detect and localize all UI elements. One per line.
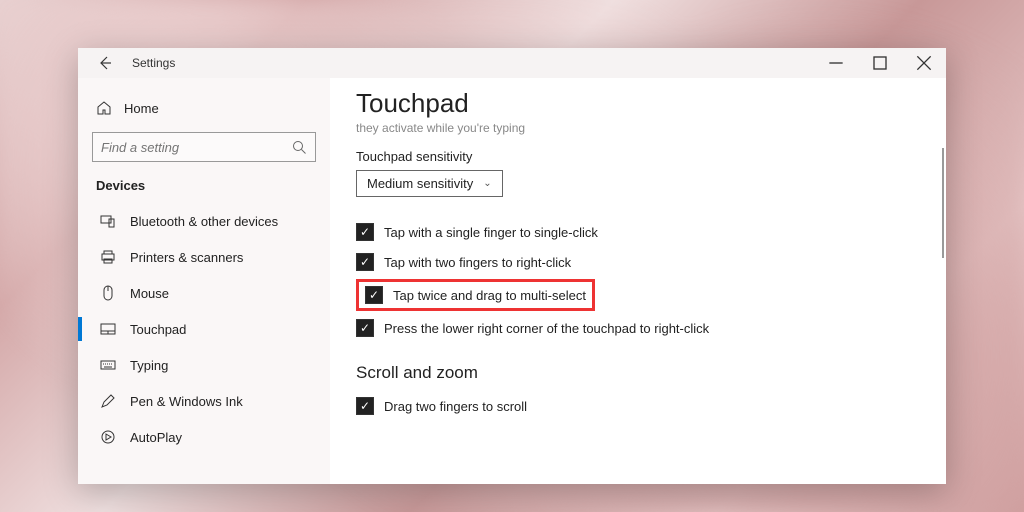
home-icon [96,100,112,116]
search-icon [291,139,307,155]
check-icon: ✓ [369,289,379,301]
checkbox[interactable]: ✓ [356,223,374,241]
dropdown-value: Medium sensitivity [367,176,473,191]
sidebar-item-printers[interactable]: Printers & scanners [92,239,316,275]
check-tap-twice-drag[interactable]: ✓ Tap twice and drag to multi-select [365,284,586,306]
home-link[interactable]: Home [92,94,316,122]
checkbox[interactable]: ✓ [356,319,374,337]
sidebar-item-label: Pen & Windows Ink [130,394,243,409]
back-arrow-icon [97,55,113,71]
check-icon: ✓ [360,400,370,412]
sidebar-item-typing[interactable]: Typing [92,347,316,383]
sidebar-item-autoplay[interactable]: AutoPlay [92,419,316,455]
checkbox[interactable]: ✓ [365,286,383,304]
minimize-button[interactable] [814,48,858,78]
search-input[interactable] [101,140,291,155]
check-label: Press the lower right corner of the touc… [384,321,709,336]
titlebar: Settings [78,48,946,78]
check-label: Tap with a single finger to single-click [384,225,598,240]
home-label: Home [124,101,159,116]
keyboard-icon [100,357,116,373]
sidebar-item-label: AutoPlay [130,430,182,445]
sidebar-item-label: Mouse [130,286,169,301]
sidebar-section-title: Devices [96,178,312,193]
check-label: Tap with two fingers to right-click [384,255,571,270]
highlighted-option: ✓ Tap twice and drag to multi-select [356,279,595,311]
sidebar-item-label: Printers & scanners [130,250,243,265]
check-label: Tap twice and drag to multi-select [393,288,586,303]
window-body: Home Devices Bluetooth & other devices P… [78,78,946,484]
pen-icon [100,393,116,409]
close-button[interactable] [902,48,946,78]
truncated-previous-text: they activate while you're typing [356,121,920,135]
sidebar-item-label: Touchpad [130,322,186,337]
check-two-finger-scroll[interactable]: ✓ Drag two fingers to scroll [356,391,920,421]
sensitivity-dropdown[interactable]: Medium sensitivity ⌄ [356,170,503,197]
check-single-tap[interactable]: ✓ Tap with a single finger to single-cli… [356,217,920,247]
printer-icon [100,249,116,265]
window-controls [814,48,946,78]
check-icon: ✓ [360,322,370,334]
sidebar-item-label: Typing [130,358,168,373]
touchpad-icon [100,321,116,337]
back-button[interactable] [90,48,120,78]
page-title: Touchpad [356,88,920,119]
check-label: Drag two fingers to scroll [384,399,527,414]
sidebar-item-bluetooth[interactable]: Bluetooth & other devices [92,203,316,239]
devices-icon [100,213,116,229]
settings-window: Settings Home Devices Bluetooth & other … [78,48,946,484]
autoplay-icon [100,429,116,445]
scroll-zoom-heading: Scroll and zoom [356,363,920,383]
mouse-icon [100,285,116,301]
window-title: Settings [132,56,175,70]
search-box[interactable] [92,132,316,162]
scrollbar[interactable] [942,148,944,258]
sidebar-item-label: Bluetooth & other devices [130,214,278,229]
maximize-button[interactable] [858,48,902,78]
chevron-down-icon: ⌄ [483,178,491,189]
checkbox[interactable]: ✓ [356,397,374,415]
checkbox[interactable]: ✓ [356,253,374,271]
check-icon: ✓ [360,256,370,268]
sidebar-item-touchpad[interactable]: Touchpad [92,311,316,347]
sidebar-item-pen[interactable]: Pen & Windows Ink [92,383,316,419]
sidebar-item-mouse[interactable]: Mouse [92,275,316,311]
check-lower-right-corner[interactable]: ✓ Press the lower right corner of the to… [356,313,920,343]
sensitivity-label: Touchpad sensitivity [356,149,920,164]
check-icon: ✓ [360,226,370,238]
check-two-finger-tap[interactable]: ✓ Tap with two fingers to right-click [356,247,920,277]
sidebar: Home Devices Bluetooth & other devices P… [78,78,330,484]
content-pane: Touchpad they activate while you're typi… [330,78,946,484]
